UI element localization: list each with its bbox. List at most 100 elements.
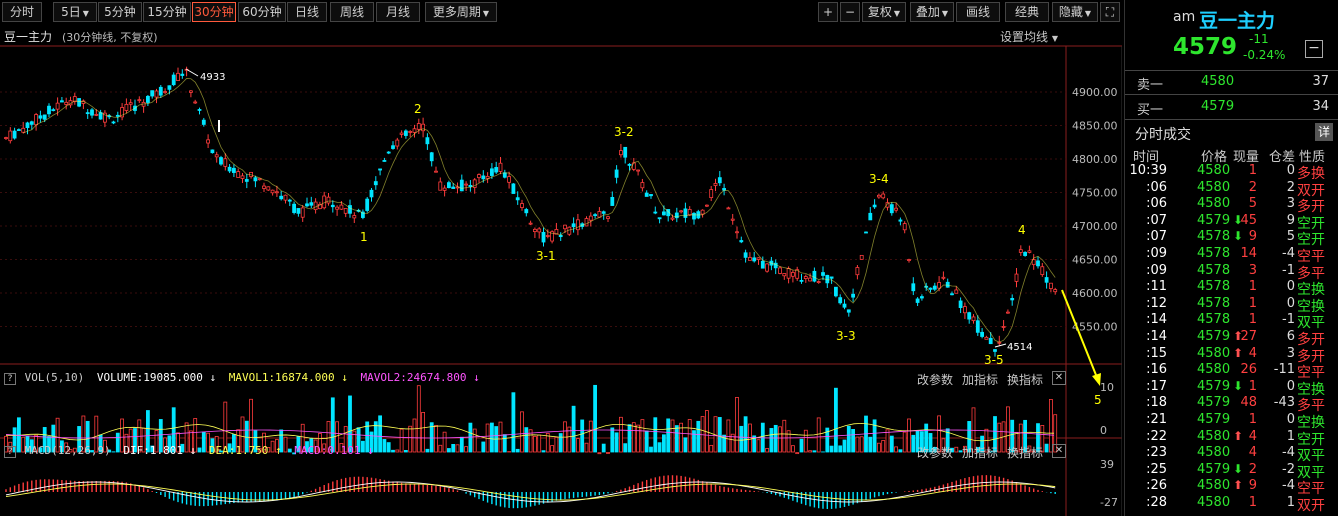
tick-price: 4579: [1197, 412, 1231, 427]
candle-body: [51, 109, 56, 112]
candle-body: [786, 268, 791, 279]
tick-oi-change: 0: [1286, 412, 1295, 427]
period-1-button[interactable]: 5日 ▼: [53, 2, 97, 22]
volume-bar: [829, 445, 834, 453]
period-6-button[interactable]: 日线: [287, 2, 327, 22]
arrow-down-icon: ↓: [189, 444, 197, 457]
candle-body: [752, 257, 757, 262]
candle-body: [791, 272, 795, 277]
vol-add-button[interactable]: 加指标: [962, 371, 998, 388]
tick-oi-change: 0: [1286, 279, 1295, 295]
help-icon[interactable]: ?: [4, 446, 16, 458]
candle-body: [34, 114, 38, 126]
period-2-button[interactable]: 5分钟: [98, 2, 142, 22]
toolbar-right-5-button[interactable]: 经典: [1005, 2, 1049, 22]
tick-price: 4578: [1197, 312, 1231, 328]
tick-oi-change: 0: [1286, 378, 1295, 394]
candle-body: [937, 282, 941, 289]
period-4-button[interactable]: 30分钟: [192, 2, 236, 22]
candle-body: [799, 280, 804, 282]
period-0-button[interactable]: 分时: [2, 2, 42, 22]
tick-oi-change: 5: [1286, 229, 1295, 245]
toolbar-right-4-button[interactable]: 画线: [956, 2, 1000, 22]
wave-label: 4: [1018, 223, 1026, 237]
toolbar-right-0-button[interactable]: +: [818, 2, 838, 22]
macd-switch-button[interactable]: 换指标: [1007, 444, 1043, 461]
macd-value: MACD:0.101: [294, 444, 361, 457]
candle-body: [171, 74, 176, 86]
chart-canvas[interactable]: 4900.00 4850.00 4800.00 4750.00 4700.00 4650.…: [0, 24, 1122, 516]
tick-volume: 2: [1248, 179, 1257, 195]
arrow-up-icon: ⬆: [1233, 478, 1244, 493]
candle-body: [274, 191, 279, 194]
tick-volume: 1: [1248, 163, 1257, 178]
volume-bar: [451, 443, 456, 453]
volume-bar: [631, 422, 636, 453]
wave-label: 3-2: [614, 125, 634, 139]
help-icon[interactable]: ?: [4, 373, 16, 385]
contract-prefix: am: [1173, 9, 1196, 25]
candle-body: [16, 129, 21, 131]
volume-bar: [885, 429, 890, 453]
candle-body: [687, 209, 692, 216]
candle-body: [485, 176, 490, 179]
candle-body: [21, 127, 26, 133]
volume-bar: [515, 448, 520, 453]
set-ma-button[interactable]: 设置均线 ▼: [1000, 28, 1058, 45]
period-8-button[interactable]: 月线: [376, 2, 420, 22]
toolbar-right-3-button[interactable]: 叠加 ▼: [910, 2, 954, 22]
tick-time: 10:39: [1129, 163, 1167, 178]
candle-body: [713, 183, 718, 186]
candle-body: [756, 257, 761, 260]
volume-bar: [597, 452, 602, 455]
price-change-pct: -0.24%: [1243, 48, 1286, 62]
toolbar-right-label: 叠加: [915, 5, 940, 19]
vol-switch-button[interactable]: 换指标: [1007, 371, 1043, 388]
period-label: 5日: [61, 5, 81, 19]
candle-body: [765, 263, 769, 272]
period-7-button[interactable]: 周线: [330, 2, 374, 22]
fullscreen-icon[interactable]: ⛶: [1100, 2, 1120, 22]
candle-body: [679, 210, 683, 213]
chevron-down-icon: ▼: [482, 9, 490, 18]
volume-bar: [550, 445, 554, 453]
macd-params-button[interactable]: 改参数: [917, 444, 953, 461]
toolbar-right-label: 隐藏: [1058, 5, 1083, 19]
candle-body: [881, 193, 886, 199]
candle-body: [692, 212, 696, 220]
volume-bar: [773, 424, 778, 453]
tick-row: 10:39 4580 1 0 多换: [1125, 163, 1338, 182]
arrow-down-icon: ↓: [209, 371, 217, 384]
volume-bar: [412, 418, 417, 453]
volume-bar: [403, 450, 408, 453]
tick-volume: 9: [1248, 229, 1257, 245]
period-3-button[interactable]: 15分钟: [143, 2, 191, 22]
candle-body: [429, 152, 434, 162]
tick-time: :22: [1146, 428, 1167, 444]
toolbar-right-1-button[interactable]: −: [840, 2, 860, 22]
collapse-button[interactable]: −: [1305, 40, 1323, 58]
toolbar-right-2-button[interactable]: 复权 ▼: [862, 2, 906, 22]
period-label: 更多周期: [432, 5, 481, 19]
tick-volume: 1: [1248, 295, 1257, 311]
tick-row: :23 4580 4 -4 双平: [1125, 445, 1338, 464]
candle-body: [627, 163, 632, 166]
volume-bar: [954, 446, 959, 453]
candle-body: [902, 223, 907, 231]
kline-chart[interactable]: 4900.00 4850.00 4800.00 4750.00 4700.00 4650.…: [0, 24, 1122, 516]
vol-params-button[interactable]: 改参数: [917, 371, 953, 388]
macd-add-button[interactable]: 加指标: [962, 444, 998, 461]
close-icon[interactable]: ✕: [1052, 371, 1066, 385]
close-icon[interactable]: ✕: [1052, 444, 1066, 458]
candle-body: [812, 270, 817, 282]
candle-body: [464, 183, 469, 186]
period-9-button[interactable]: 更多周期 ▼: [425, 2, 497, 22]
toolbar-right-6-button[interactable]: 隐藏 ▼: [1052, 2, 1098, 22]
vol-volume: VOLUME:19085.000: [96, 371, 203, 384]
period-5-button[interactable]: 60分钟: [238, 2, 286, 22]
candle-body: [408, 131, 413, 133]
candle-body: [739, 240, 744, 243]
detail-button[interactable]: 详: [1315, 123, 1333, 141]
candle-body: [343, 208, 348, 214]
volume-bar: [537, 434, 542, 453]
